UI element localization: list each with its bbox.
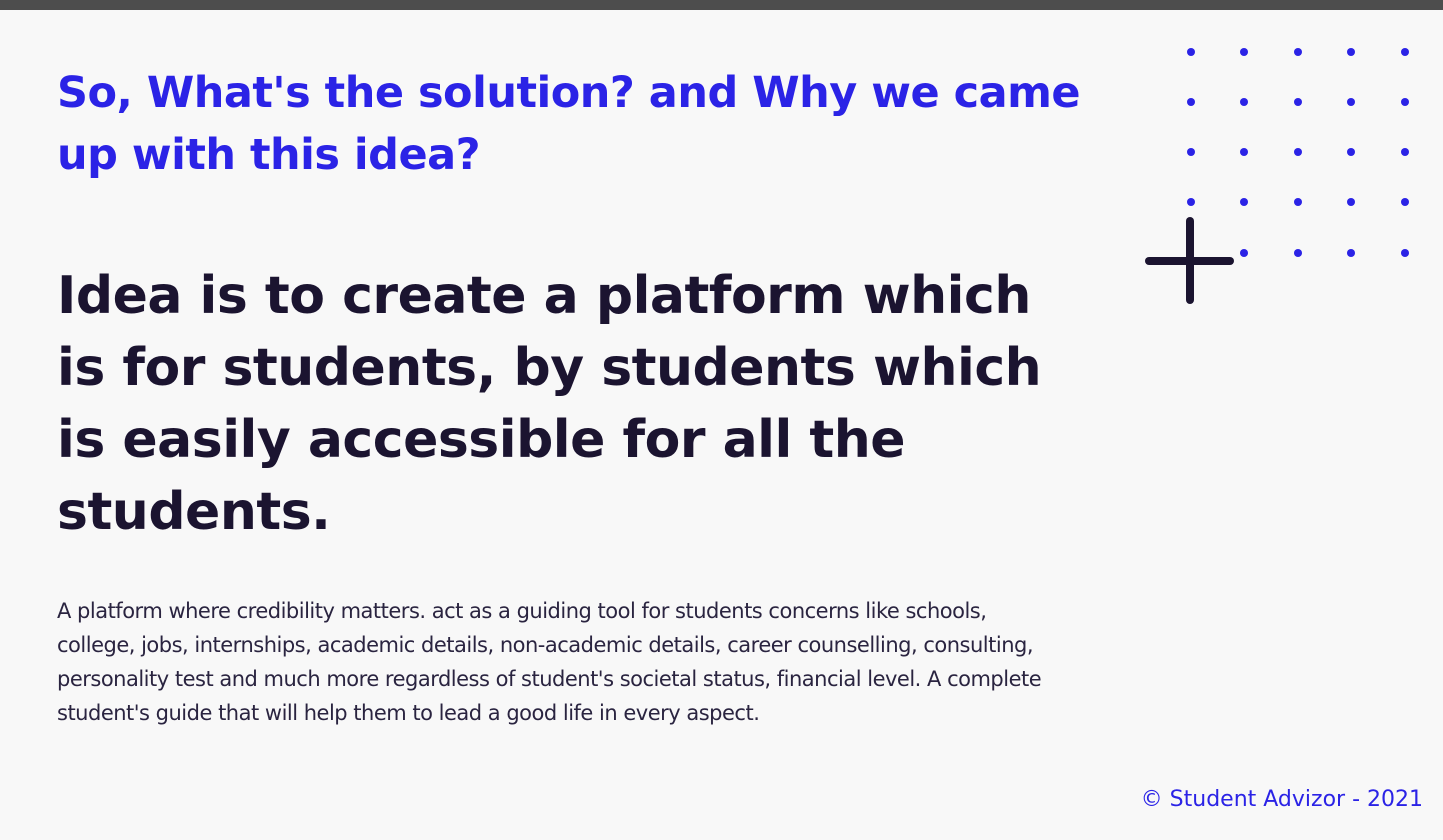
grid-dot: [1294, 148, 1302, 156]
window-top-bar: [0, 0, 1443, 10]
grid-dot: [1294, 98, 1302, 106]
grid-dot: [1294, 249, 1302, 257]
grid-dot: [1240, 249, 1248, 257]
grid-dot: [1240, 48, 1248, 56]
grid-dot: [1240, 148, 1248, 156]
section-headline: Idea is to create a platform which is fo…: [57, 266, 1042, 542]
grid-dot: [1187, 148, 1195, 156]
grid-dot: [1187, 198, 1195, 206]
grid-dot: [1347, 148, 1355, 156]
grid-dot: [1401, 198, 1409, 206]
grid-dot: [1347, 249, 1355, 257]
grid-dot: [1347, 98, 1355, 106]
grid-dot: [1401, 48, 1409, 56]
section-subtitle: So, What's the solution? and Why we came…: [57, 68, 1081, 180]
grid-dot: [1187, 48, 1195, 56]
grid-dot: [1240, 198, 1248, 206]
grid-dot: [1401, 249, 1409, 257]
plus-icon: [1145, 217, 1234, 304]
grid-dot: [1294, 198, 1302, 206]
grid-dot: [1240, 98, 1248, 106]
grid-dot: [1401, 98, 1409, 106]
grid-dot: [1347, 198, 1355, 206]
grid-dot: [1347, 48, 1355, 56]
grid-dot: [1401, 148, 1409, 156]
section-description: A platform where credibility matters. ac…: [57, 599, 1042, 725]
grid-dot: [1294, 48, 1302, 56]
grid-dot: [1187, 98, 1195, 106]
footer-copyright: © Student Advizor - 2021: [1140, 787, 1423, 812]
